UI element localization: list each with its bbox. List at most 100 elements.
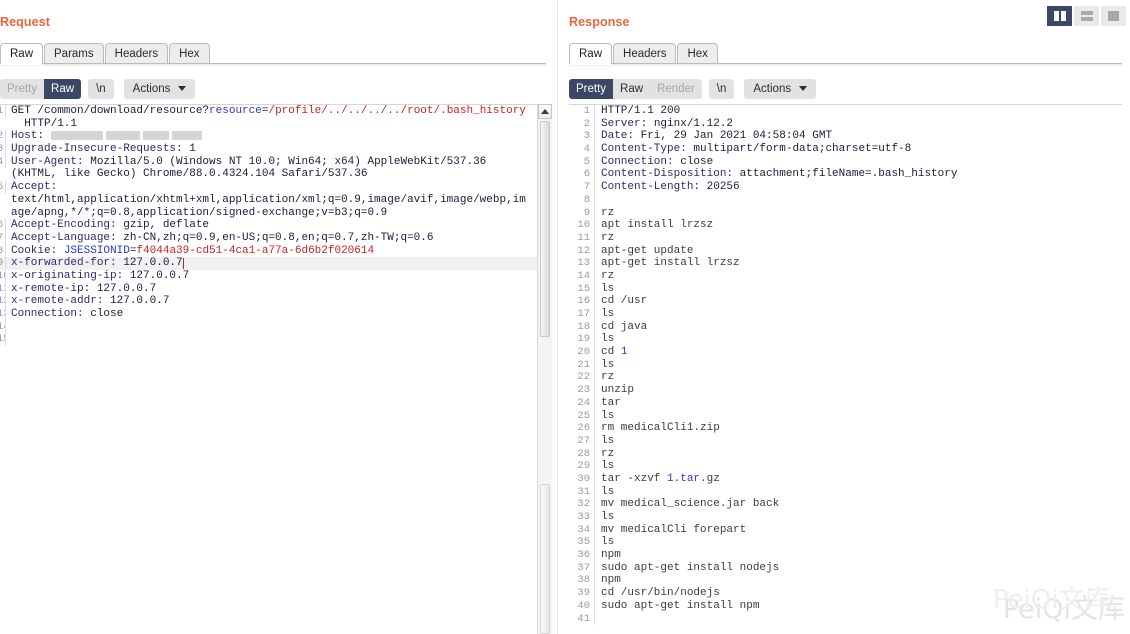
request-editor[interactable]: 1GET /common/download/resource?resource=… [0, 104, 552, 634]
code-line: 24tar [569, 397, 1122, 410]
code-line: 8Cookie: JSESSIONID=f4044a39-cd51-4ca1-a… [0, 245, 552, 258]
code-line: 20cd 1 [569, 346, 1122, 359]
code-line: 19ls [569, 333, 1122, 346]
line-number: 27 [569, 435, 595, 448]
line-text: ls [595, 283, 614, 296]
line-number: 33 [569, 511, 595, 524]
split-horizontal-button[interactable] [1074, 6, 1099, 26]
scrollbar-thumb[interactable] [540, 121, 550, 337]
code-segment: Accept-Language: [11, 232, 123, 244]
line-number: 39 [569, 587, 595, 600]
code-segment: close [90, 308, 123, 320]
code-line: 7Content-Length: 20256 [569, 181, 1122, 194]
line-number: 28 [569, 448, 595, 461]
response-tab-headers[interactable]: Headers [613, 43, 676, 64]
line-text: ls [595, 511, 614, 524]
code-line: 31ls [569, 486, 1122, 499]
line-text: ls [595, 359, 614, 372]
code-segment: Server: [601, 118, 654, 130]
code-line: 22rz [569, 371, 1122, 384]
code-segment: cd /usr/bin/nodejs [601, 587, 720, 599]
line-text: ls [595, 486, 614, 499]
request-tab-raw[interactable]: Raw [0, 43, 43, 64]
line-text: Accept-Encoding: gzip, deflate [6, 219, 209, 232]
code-segment: nginx/1.12.2 [654, 118, 733, 130]
code-line: 3Date: Fri, 29 Jan 2021 04:58:04 GMT [569, 130, 1122, 143]
request-view-mode-group: PrettyRaw [0, 79, 81, 99]
response-editor[interactable]: 1HTTP/1.1 2002Server: nginx/1.12.23Date:… [569, 104, 1122, 634]
line-text: HTTP/1.1 200 [595, 105, 680, 118]
response-actions-button[interactable]: Actions [744, 79, 816, 99]
line-text: mv medicalCli forepart [595, 524, 746, 537]
response-tab-shadow [569, 64, 1122, 67]
line-text: ls [595, 333, 614, 346]
line-text: mv medical_science.jar back [595, 498, 779, 511]
code-line: 12x-remote-addr: 127.0.0.7 [0, 295, 552, 308]
line-number: 8 [569, 194, 595, 207]
line-text: ls [595, 536, 614, 549]
split-vertical-button[interactable] [1047, 6, 1072, 26]
request-newline-button[interactable]: \n [88, 79, 114, 99]
response-view-mode-pretty[interactable]: Pretty [569, 79, 613, 99]
line-text: apt install lrzsz [595, 219, 713, 232]
request-tab-params[interactable]: Params [44, 43, 104, 64]
scroll-up-button[interactable] [538, 104, 552, 119]
code-line: 35ls [569, 536, 1122, 549]
code-line: 6Accept-Encoding: gzip, deflate [0, 219, 552, 232]
code-segment: 127.0.0.7 [110, 295, 169, 307]
response-tab-raw[interactable]: Raw [569, 43, 612, 64]
line-number: 18 [569, 321, 595, 334]
request-pane: Request RawParamsHeadersHex PrettyRaw \n… [0, 0, 552, 634]
code-segment: mv medicalCli forepart [601, 524, 746, 536]
response-view-mode-raw[interactable]: Raw [613, 79, 650, 99]
code-line: 41 [569, 613, 1122, 626]
response-actions-label: Actions [753, 83, 791, 95]
request-view-mode-raw[interactable]: Raw [44, 79, 81, 99]
line-number: 15 [0, 333, 6, 346]
line-number: 4 [569, 143, 595, 156]
code-segment: sudo apt-get install nodejs [601, 562, 779, 574]
response-view-mode-group: PrettyRawRender [569, 79, 702, 99]
code-segment: ls [601, 308, 614, 320]
code-segment: text/html,application/xhtml+xml,applicat… [11, 194, 526, 206]
code-line: 14rz [569, 270, 1122, 283]
line-text: rz [595, 371, 614, 384]
response-tab-hex[interactable]: Hex [677, 43, 717, 64]
code-line: 13Connection: close [0, 308, 552, 321]
layout-mode-buttons [1047, 6, 1126, 26]
line-text: Content-Length: 20256 [595, 181, 740, 194]
code-line: 34mv medicalCli forepart [569, 524, 1122, 537]
response-newline-button[interactable]: \n [709, 79, 735, 99]
line-text: GET /common/download/resource?resource=/… [6, 105, 526, 118]
request-tab-headers[interactable]: Headers [105, 43, 168, 64]
code-line: 17ls [569, 308, 1122, 321]
code-segment: cd [601, 346, 621, 358]
single-pane-icon [1108, 11, 1119, 21]
redacted-host-block [143, 131, 169, 140]
code-segment: HTTP/1.1 200 [601, 105, 680, 117]
chevron-down-icon [178, 86, 186, 91]
code-line: 37sudo apt-get install nodejs [569, 562, 1122, 575]
code-segment: Upgrade-Insecure-Requests: [11, 143, 189, 155]
single-pane-button[interactable] [1101, 6, 1126, 26]
code-segment: x-remote-addr: [11, 295, 110, 307]
line-number: 11 [569, 232, 595, 245]
code-segment: x-forwarded-for: [11, 257, 123, 269]
line-text: apt-get update [595, 245, 693, 258]
line-number: 10 [569, 219, 595, 232]
scrollbar-thumb-lower[interactable] [540, 484, 550, 634]
code-segment: rm medicalCli1.zip [601, 422, 720, 434]
code-line: 40sudo apt-get install npm [569, 600, 1122, 613]
line-text: Content-Disposition: attachment;fileName… [595, 168, 957, 181]
code-segment: Content-Disposition: [601, 168, 740, 180]
request-tab-hex[interactable]: Hex [169, 43, 209, 64]
pane-divider[interactable] [552, 0, 561, 634]
code-segment: multipart/form-data;charset=utf-8 [693, 143, 911, 155]
code-segment: x-remote-ip: [11, 283, 97, 295]
request-vertical-scrollbar[interactable] [537, 104, 552, 634]
code-segment: ls [601, 435, 614, 447]
line-number: 24 [569, 397, 595, 410]
code-segment: 1 [621, 346, 628, 358]
line-number: 35 [569, 536, 595, 549]
request-actions-button[interactable]: Actions [124, 79, 196, 99]
